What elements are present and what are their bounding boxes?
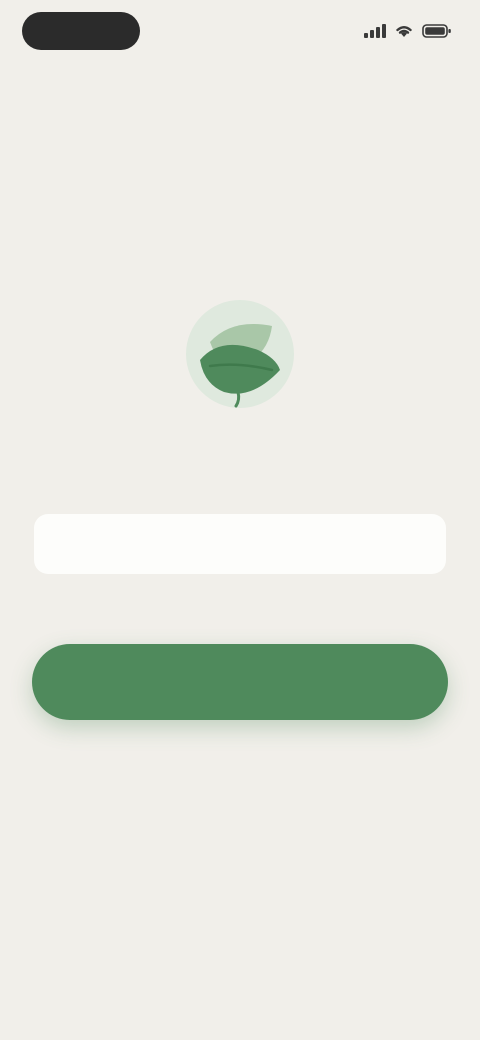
onboarding-screen [0, 0, 480, 1040]
wifi-icon [394, 23, 414, 39]
battery-icon [422, 23, 452, 39]
status-icons [364, 20, 452, 42]
status-bar [0, 12, 480, 52]
leaf-logo-icon [180, 296, 300, 412]
continue-button[interactable] [32, 644, 448, 720]
signal-icon [364, 24, 386, 38]
status-time [22, 12, 140, 50]
name-input[interactable] [34, 514, 446, 574]
